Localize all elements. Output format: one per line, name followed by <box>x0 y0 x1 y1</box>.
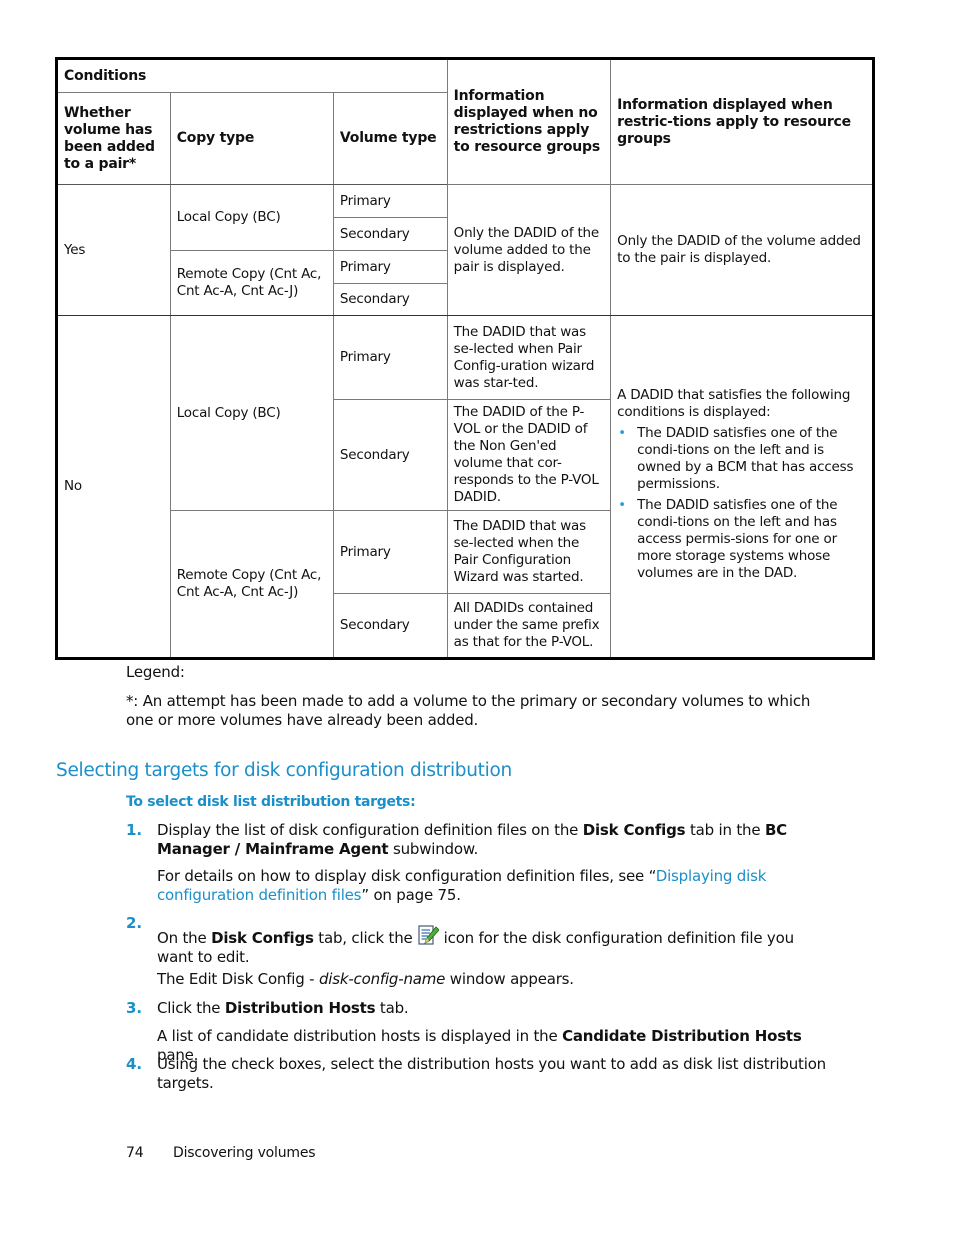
procedure-title: To select disk list distribution targets… <box>126 794 416 810</box>
cell-volume-type: Primary <box>332 184 448 218</box>
placeholder-name: disk-config-name <box>318 970 446 988</box>
text: For details on how to display disk confi… <box>157 867 656 885</box>
conditions-table: Conditions Information displayed when no… <box>55 57 875 660</box>
header-info-restrictions: Information displayed when restric-tions… <box>610 58 874 185</box>
legend-note: *: An attempt has been made to add a vol… <box>126 692 811 729</box>
cell-volume-type: Secondary <box>332 593 448 659</box>
restrictions-bullet: The DADID satisfies one of the condi-tio… <box>618 425 866 493</box>
header-conditions: Conditions <box>56 58 448 93</box>
cell-remote-copy: Remote Copy (Cnt Ac, Cnt Ac-A, Cnt Ac-J) <box>169 510 334 659</box>
cell-remote-copy: Remote Copy (Cnt Ac, Cnt Ac-A, Cnt Ac-J) <box>169 250 334 316</box>
text: Display the list of disk configuration d… <box>157 821 583 839</box>
cell-added-no: No <box>56 315 171 659</box>
header-info-no-restrictions: Information displayed when no restrictio… <box>446 58 612 185</box>
step-2-text: On the Disk Configs tab, click the icon … <box>157 924 817 967</box>
step-3-text: Click the Distribution Hosts tab. <box>157 999 817 1018</box>
chapter-title: Discovering volumes <box>173 1145 316 1161</box>
header-copy-type: Copy type <box>169 92 334 185</box>
text: A list of candidate distribution hosts i… <box>157 1027 563 1045</box>
restrictions-bullet: The DADID satisfies one of the condi-tio… <box>618 497 866 582</box>
step-number: 4. <box>126 1055 143 1073</box>
step-2-note: The Edit Disk Config - disk-config-name … <box>157 970 817 989</box>
step-1-text: Display the list of disk configuration d… <box>157 821 817 859</box>
section-title: Selecting targets for disk configuration… <box>56 760 512 781</box>
text: subwindow. <box>388 840 479 858</box>
cell-volume-type: Secondary <box>332 217 448 251</box>
cell-info-restrictions: Only the DADID of the volume added to th… <box>610 184 874 316</box>
cell-volume-type: Primary <box>332 250 448 284</box>
header-volume-type: Volume type <box>332 92 448 185</box>
header-whether-added: Whether volume has been added to a pair* <box>56 92 171 185</box>
ui-term-distribution-hosts: Distribution Hosts <box>224 999 376 1017</box>
legend-label: Legend: <box>126 663 185 681</box>
text: On the <box>157 929 212 947</box>
cell-info: All DADIDs contained under the same pref… <box>446 593 612 659</box>
text: tab in the <box>685 821 765 839</box>
restrictions-intro: A DADID that satisfies the following con… <box>617 387 851 420</box>
cell-volume-type: Secondary <box>332 399 448 511</box>
cell-info: The DADID of the P-VOL or the DADID of t… <box>446 399 612 511</box>
text: ” on page 75. <box>361 886 461 904</box>
ui-term-disk-configs: Disk Configs <box>582 821 686 839</box>
cell-added-yes: Yes <box>56 184 171 316</box>
cell-local-copy: Local Copy (BC) <box>169 315 334 511</box>
text: window appears. <box>445 970 574 988</box>
ui-term-disk-configs: Disk Configs <box>211 929 314 947</box>
cell-volume-type: Secondary <box>332 283 448 316</box>
step-number: 1. <box>126 821 143 839</box>
step-1-note: For details on how to display disk confi… <box>157 867 817 905</box>
edit-document-icon <box>417 924 440 946</box>
text: Click the <box>157 999 225 1017</box>
cell-info: The DADID that was se-lected when Pair C… <box>446 315 612 400</box>
ui-term-candidate-hosts: Candidate Distribution Hosts <box>562 1027 802 1045</box>
text: tab, click the <box>313 929 418 947</box>
page-number: 74 <box>126 1145 144 1161</box>
cell-volume-type: Primary <box>332 510 448 594</box>
cell-info-no-restrictions: Only the DADID of the volume added to th… <box>446 184 612 316</box>
cell-info: The DADID that was se-lected when the Pa… <box>446 510 612 594</box>
cell-restrictions-info: A DADID that satisfies the following con… <box>610 315 874 659</box>
cell-local-copy: Local Copy (BC) <box>169 184 334 251</box>
cell-volume-type: Primary <box>332 315 448 400</box>
step-4-text: Using the check boxes, select the distri… <box>157 1055 857 1093</box>
step-number: 3. <box>126 999 143 1017</box>
restrictions-list: The DADID satisfies one of the condi-tio… <box>617 425 866 582</box>
text: tab. <box>375 999 409 1017</box>
step-number: 2. <box>126 914 143 932</box>
text: The Edit Disk Config - <box>157 970 319 988</box>
text: Using the check boxes, select the distri… <box>157 1055 826 1092</box>
